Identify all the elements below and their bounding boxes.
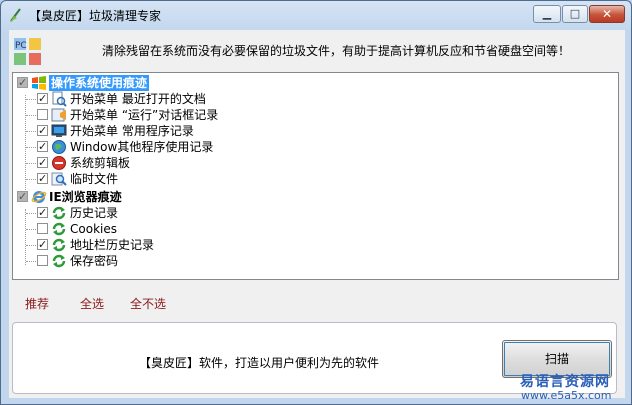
magnifier-icon [51, 172, 67, 186]
watermark-url: www.e5a5x.com [521, 389, 612, 402]
item-checkbox[interactable] [37, 109, 48, 120]
select-all-link[interactable]: 全选 [80, 295, 104, 312]
item-checkbox[interactable] [37, 91, 48, 107]
monitor-icon [51, 124, 67, 137]
logo-text: PC [15, 41, 27, 51]
group-os-label: 操作系统使用痕迹 [49, 75, 150, 91]
item-label: Cookies [70, 222, 117, 236]
item-label: Window其他程序使用记录 [70, 140, 214, 154]
item-label: 地址栏历史记录 [70, 238, 155, 252]
recommend-link[interactable]: 推荐 [25, 295, 49, 312]
pc-cleaner-logo-icon: PC [12, 35, 44, 67]
group-ie-checkbox[interactable] [17, 189, 28, 205]
search-document-icon [52, 91, 67, 107]
tree-line [26, 147, 36, 148]
clipboard-icon [52, 156, 66, 170]
item-label: 临时文件 [70, 172, 119, 186]
close-button[interactable]: ✕ [589, 5, 625, 23]
tree-line [26, 229, 36, 230]
item-checkbox[interactable] [37, 205, 48, 221]
item-label: 开始菜单 最近打开的文档 [70, 92, 206, 106]
group-ie-label: IE浏览器痕迹 [49, 190, 122, 204]
minimize-button[interactable]: ▁ [533, 5, 561, 23]
item-checkbox[interactable] [37, 155, 48, 171]
tree-line [25, 209, 26, 265]
tree-line [26, 179, 36, 180]
item-checkbox[interactable] [37, 223, 48, 234]
tree-line [26, 163, 36, 164]
watermark-title: 易语言资源网 [520, 374, 610, 390]
item-checkbox[interactable] [37, 237, 48, 253]
window-title: 【臭皮匠】垃圾清理专家 [29, 9, 162, 23]
tree-line [26, 213, 36, 214]
tree-line [25, 95, 26, 190]
close-icon: ✕ [601, 7, 613, 21]
select-none-link[interactable]: 全不选 [130, 295, 166, 312]
item-checkbox[interactable] [37, 139, 48, 155]
broom-app-icon [10, 8, 21, 22]
run-dialog-icon [51, 108, 66, 122]
refresh-icon [52, 206, 66, 220]
item-label: 系统剪辑板 [70, 156, 131, 170]
slogan-text: 【臭皮匠】软件，打造以用户便利为先的软件 [139, 356, 380, 370]
globe-icon [52, 140, 66, 154]
main-window: 【臭皮匠】垃圾清理专家 ▁ □ ✕ PC 清除残留在系统而没有必要保留的垃圾文件… [0, 0, 632, 405]
tree-line [26, 99, 36, 100]
item-label: 保存密码 [70, 254, 119, 268]
ie-icon [31, 191, 47, 203]
item-label: 开始菜单 “运行”对话框记录 [70, 108, 219, 122]
minimize-icon: ▁ [542, 7, 552, 20]
tree-line [26, 261, 36, 262]
maximize-button[interactable]: □ [562, 5, 588, 23]
cleanup-tree[interactable]: 操作系统使用痕迹 开始菜单 最近打开的文档 开始菜单 “运行”对话框记录 开始菜… [12, 72, 619, 280]
tree-line [26, 131, 36, 132]
client-area: PC 清除残留在系统而没有必要保留的垃圾文件，有助于提高计算机反应和节省硬盘空间… [9, 30, 625, 398]
refresh-icon [52, 254, 66, 268]
item-checkbox[interactable] [37, 123, 48, 139]
maximize-icon: □ [569, 7, 581, 20]
header-description: 清除残留在系统而没有必要保留的垃圾文件，有助于提高计算机反应和节省硬盘空间等！ [102, 44, 571, 58]
refresh-icon [52, 222, 66, 236]
tree-line [26, 115, 36, 116]
item-label: 开始菜单 常用程序记录 [70, 124, 194, 138]
refresh-icon [52, 238, 66, 252]
item-label: 历史记录 [70, 206, 119, 220]
item-checkbox[interactable] [37, 171, 48, 187]
item-checkbox[interactable] [37, 255, 48, 266]
tree-line [26, 245, 36, 246]
title-bar[interactable]: 【臭皮匠】垃圾清理专家 ▁ □ ✕ [1, 1, 631, 29]
windows-flag-icon [32, 76, 46, 90]
group-os-checkbox[interactable] [17, 75, 28, 91]
